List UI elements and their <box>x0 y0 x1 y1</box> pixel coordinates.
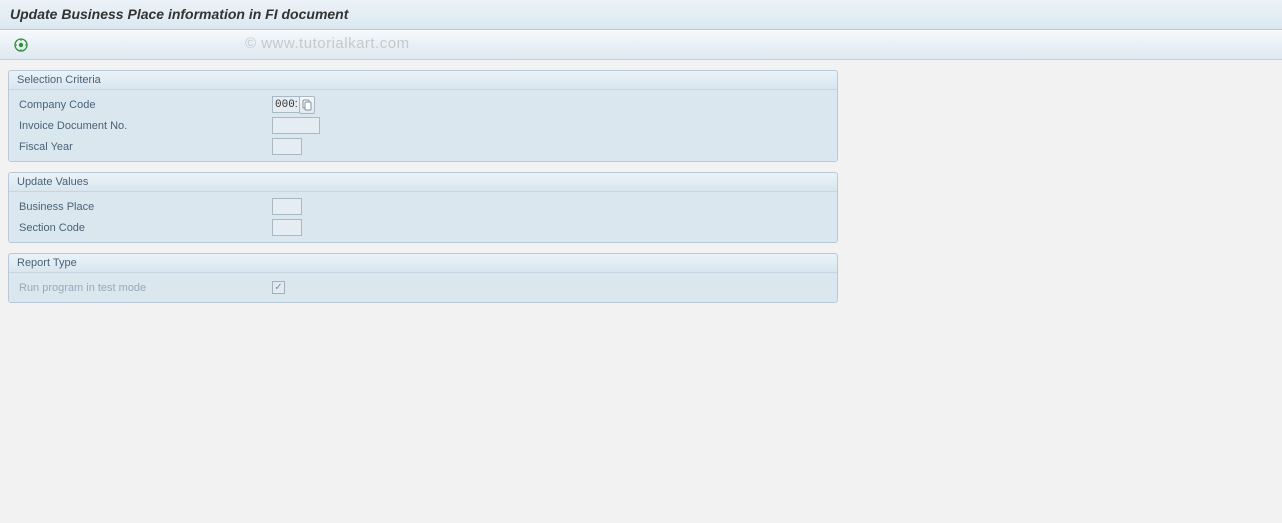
title-bar: Update Business Place information in FI … <box>0 0 1282 30</box>
group-update-values: Update Values Business Place Section Cod… <box>8 172 838 243</box>
group-title-selection: Selection Criteria <box>9 71 837 90</box>
watermark-text: © www.tutorialkart.com <box>245 35 410 52</box>
business-place-input[interactable] <box>272 198 302 215</box>
search-help-icon <box>302 99 312 111</box>
fiscal-year-input[interactable] <box>272 138 302 155</box>
company-code-input[interactable] <box>272 96 300 113</box>
group-title-report: Report Type <box>9 254 837 273</box>
execute-button[interactable] <box>10 35 32 55</box>
group-selection-criteria: Selection Criteria Company Code <box>8 70 838 162</box>
section-code-input[interactable] <box>272 219 302 236</box>
label-company-code: Company Code <box>17 99 272 111</box>
content-area: Selection Criteria Company Code <box>0 60 1282 323</box>
group-report-type: Report Type Run program in test mode <box>8 253 838 303</box>
company-code-search-help-button[interactable] <box>299 96 315 114</box>
label-invoice-document-no: Invoice Document No. <box>17 120 272 132</box>
label-fiscal-year: Fiscal Year <box>17 141 272 153</box>
group-title-update: Update Values <box>9 173 837 192</box>
invoice-document-no-input[interactable] <box>272 117 320 134</box>
label-business-place: Business Place <box>17 201 272 213</box>
page-title: Update Business Place information in FI … <box>10 6 1272 22</box>
toolbar: © www.tutorialkart.com <box>0 30 1282 60</box>
label-section-code: Section Code <box>17 222 272 234</box>
label-run-test-mode: Run program in test mode <box>17 282 272 294</box>
execute-icon <box>14 38 28 52</box>
test-mode-checkbox[interactable] <box>272 281 285 294</box>
